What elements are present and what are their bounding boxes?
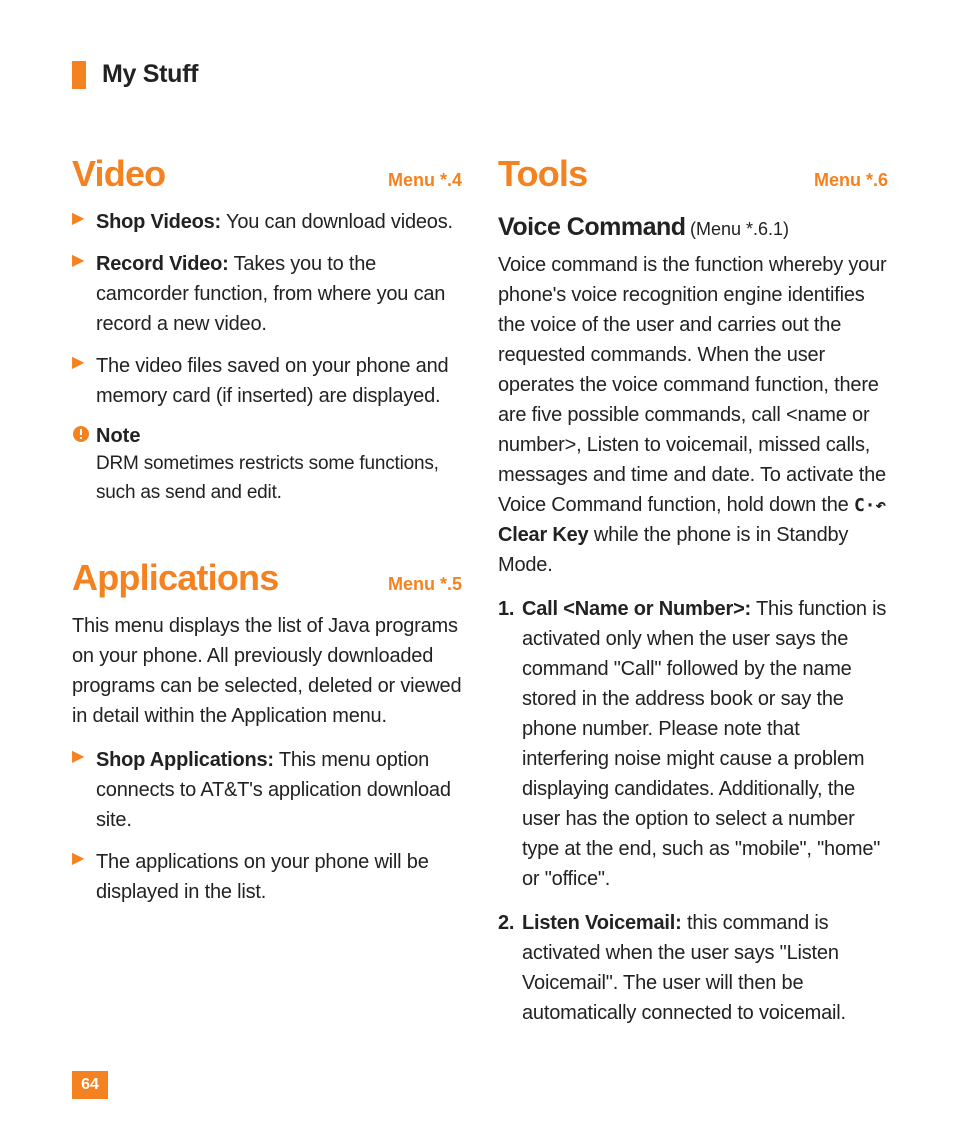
list-item: ▶ The applications on your phone will be… [72,847,462,907]
header-accent-block [72,61,86,89]
list-item: ▶ Record Video: Takes you to the camcord… [72,249,462,339]
bullet-bold: Call <Name or Number>: [522,598,751,620]
list-number: 1. [498,594,514,624]
list-item: 1. Call <Name or Number>: This function … [498,594,888,894]
tools-menu-ref: Menu *.6 [814,170,888,191]
list-number: 2. [498,908,514,938]
applications-title: Applications [72,557,278,599]
intro-text-part1: Voice command is the function whereby yo… [498,254,886,516]
bullet-text: The video files saved on your phone and … [96,355,448,407]
header-title: My Stuff [102,60,198,89]
clear-key-label: Clear Key [498,524,588,546]
applications-menu-ref: Menu *.5 [388,574,462,595]
tools-title: Tools [498,153,587,195]
applications-bullet-list: ▶ Shop Applications: This menu option co… [72,745,462,907]
note-label: Note [96,425,140,448]
triangle-right-icon: ▶ [72,249,84,273]
tools-heading: Tools Menu *.6 [498,153,888,195]
voice-command-menu-ref: (Menu *.6.1) [690,219,789,239]
manual-page: My Stuff Video Menu *.4 ▶ Shop Videos: Y… [0,0,954,1145]
video-menu-ref: Menu *.4 [388,170,462,191]
left-column: Video Menu *.4 ▶ Shop Videos: You can do… [72,153,462,1042]
bullet-bold: Shop Applications: [96,749,274,771]
video-bullet-list: ▶ Shop Videos: You can download videos. … [72,207,462,411]
triangle-right-icon: ▶ [72,745,84,769]
bullet-text: This function is activated only when the… [522,598,886,890]
list-item: ▶ Shop Videos: You can download videos. [72,207,462,237]
note-text: DRM sometimes restricts some functions, … [72,450,462,507]
applications-intro: This menu displays the list of Java prog… [72,611,462,731]
page-header: My Stuff [72,60,894,89]
triangle-right-icon: ▶ [72,351,84,375]
bullet-bold: Shop Videos: [96,211,221,233]
list-item: ▶ Shop Applications: This menu option co… [72,745,462,835]
voice-command-intro: Voice command is the function whereby yo… [498,250,888,580]
video-title: Video [72,153,165,195]
list-item: ▶ The video files saved on your phone an… [72,351,462,411]
page-number: 64 [72,1071,108,1099]
clear-key-icon: C·↶ [854,495,886,516]
list-item: 2. Listen Voicemail: this command is act… [498,908,888,1028]
voice-command-title: Voice Command [498,213,686,241]
bullet-text: The applications on your phone will be d… [96,851,429,903]
bullet-bold: Record Video: [96,253,229,275]
triangle-right-icon: ▶ [72,847,84,871]
note-heading: Note [72,425,462,448]
voice-command-heading: Voice Command (Menu *.6.1) [498,213,888,242]
alert-circle-icon [72,425,90,448]
applications-heading: Applications Menu *.5 [72,557,462,599]
voice-command-numbered-list: 1. Call <Name or Number>: This function … [498,594,888,1028]
bullet-text: You can download videos. [221,211,453,233]
content-columns: Video Menu *.4 ▶ Shop Videos: You can do… [72,153,894,1042]
video-heading: Video Menu *.4 [72,153,462,195]
bullet-bold: Listen Voicemail: [522,912,682,934]
triangle-right-icon: ▶ [72,207,84,231]
right-column: Tools Menu *.6 Voice Command (Menu *.6.1… [498,153,888,1042]
